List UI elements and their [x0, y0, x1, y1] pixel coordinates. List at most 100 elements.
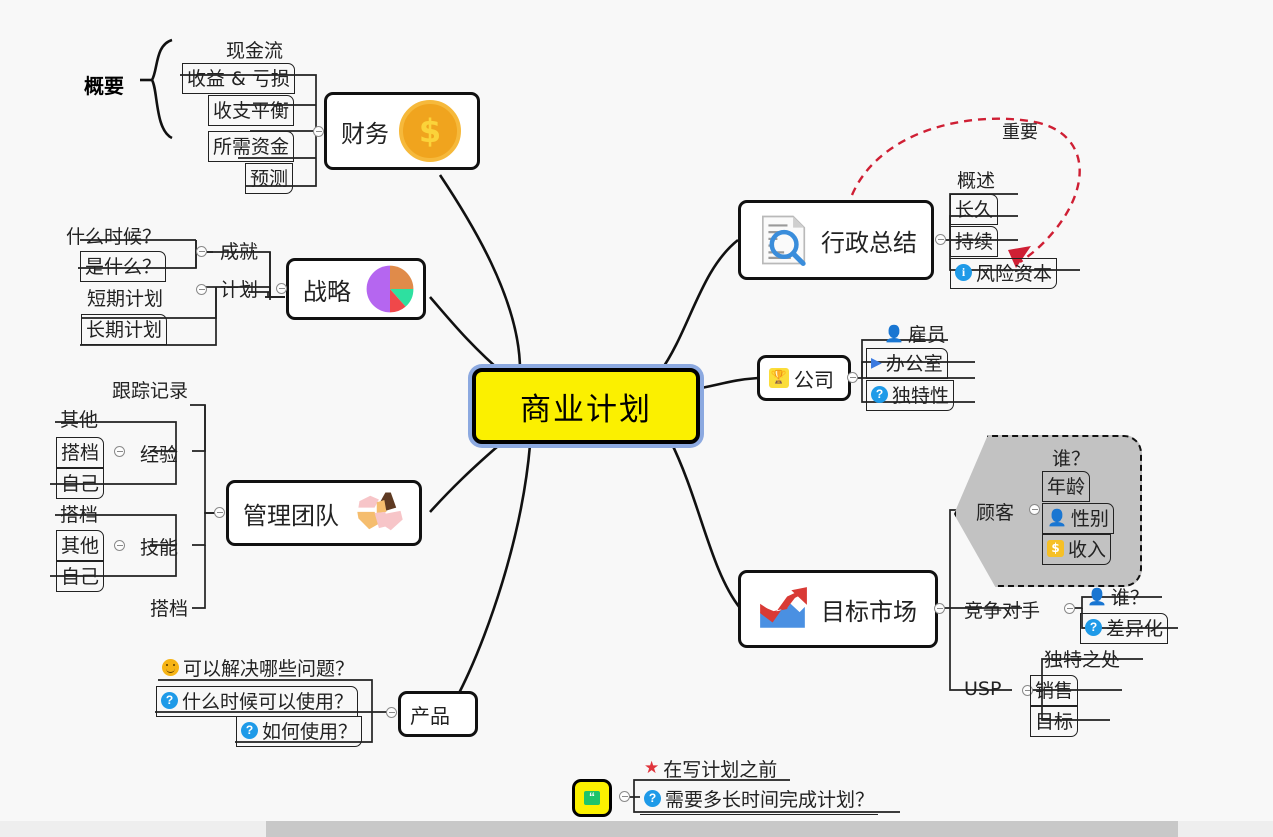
document-search-icon — [755, 211, 811, 269]
market-group-customer[interactable]: 顾客 — [972, 498, 1018, 527]
finance-child-2[interactable]: 收支平衡 — [208, 95, 295, 126]
management-item-1-2-label: 自己 — [61, 566, 100, 588]
finance-child-0[interactable]: 现金流 — [222, 36, 287, 65]
branch-target-market[interactable]: 目标市场 — [738, 570, 938, 648]
management-item-0-1[interactable]: 其他 — [56, 405, 102, 434]
exec-child-2-label: 持续 — [955, 231, 994, 253]
branch-product[interactable]: 产品 — [398, 691, 478, 737]
root-node[interactable]: 商业计划 — [472, 368, 700, 444]
finance-child-4[interactable]: 预测 — [245, 163, 294, 194]
product-child-1[interactable]: ? 什么时候可以使用？ — [156, 686, 359, 717]
market-group-competitor[interactable]: 竞争对手 — [960, 596, 1044, 625]
strategy-item-1-1[interactable]: 长期计划 — [81, 314, 168, 345]
note-child-0-label: 在写计划之前 — [663, 759, 778, 781]
management-group-1[interactable]: 技能 — [136, 533, 182, 562]
finance-child-3[interactable]: 所需资金 — [208, 131, 295, 162]
market-group-usp[interactable]: USP — [960, 678, 1005, 702]
root-label: 商业计划 — [520, 391, 652, 428]
exec-child-3[interactable]: i 风险资本 — [950, 258, 1058, 289]
strategy-item-0-1[interactable]: 是什么？ — [80, 251, 167, 282]
collapse-handle-finance[interactable] — [313, 126, 324, 137]
customer-item-1[interactable]: 年龄 — [1042, 471, 1091, 502]
note-node[interactable]: “ — [572, 779, 612, 817]
market-group-competitor-label: 竞争对手 — [964, 600, 1041, 622]
product-child-0[interactable]: 可以解决哪些问题？ — [158, 654, 358, 683]
collapse-handle-management-1[interactable] — [114, 540, 125, 551]
branch-management[interactable]: 管理团队 — [226, 480, 422, 546]
branch-product-label: 产品 — [410, 703, 450, 728]
collapse-handle-customer[interactable] — [1029, 504, 1040, 515]
note-child-1-label: 需要多长时间完成计划？ — [665, 789, 875, 811]
branch-executive-summary-label: 行政总结 — [821, 228, 917, 257]
customer-item-1-label: 年龄 — [1047, 476, 1086, 498]
collapse-handle-note[interactable] — [619, 791, 630, 802]
exec-child-0[interactable]: 概述 — [953, 166, 999, 195]
collapse-handle-exec[interactable] — [935, 234, 946, 245]
management-item-1-0[interactable]: 搭档 — [56, 500, 102, 529]
competitor-item-0-label: 谁？ — [1110, 587, 1149, 609]
customer-item-3[interactable]: $ 收入 — [1042, 534, 1112, 565]
collapse-handle-company[interactable] — [847, 372, 858, 383]
collapse-handle-product[interactable] — [386, 707, 397, 718]
company-child-2[interactable]: ? 独特性 — [866, 380, 955, 411]
note-child-0[interactable]: ★ 在写计划之前 — [640, 755, 781, 784]
market-group-usp-label: USP — [964, 678, 1002, 700]
branch-finance[interactable]: 财务 $ — [324, 92, 480, 170]
collapse-handle-strategy-0[interactable] — [196, 246, 207, 257]
strategy-group-0-label: 成就 — [220, 241, 259, 263]
customer-item-0-label: 谁？ — [1052, 448, 1091, 470]
usp-item-2[interactable]: 目标 — [1030, 706, 1079, 737]
strategy-group-0[interactable]: 成就 — [216, 237, 262, 266]
competitor-item-1[interactable]: ? 差异化 — [1080, 613, 1169, 644]
management-item-1-1[interactable]: 其他 — [56, 530, 105, 561]
exec-child-2[interactable]: 持续 — [950, 226, 999, 257]
management-item-0-3[interactable]: 自己 — [56, 468, 105, 499]
management-item-1-3[interactable]: 搭档 — [146, 594, 192, 623]
management-item-1-0-label: 搭档 — [60, 504, 99, 526]
collapse-handle-management-0[interactable] — [114, 446, 125, 457]
note-child-1[interactable]: ? 需要多长时间完成计划？ — [640, 785, 879, 815]
horizontal-scrollbar-thumb[interactable] — [266, 821, 1178, 837]
market-group-customer-label: 顾客 — [976, 502, 1015, 524]
company-child-0[interactable]: 👤 雇员 — [880, 320, 950, 349]
horizontal-scrollbar-track[interactable] — [0, 821, 1273, 837]
exec-child-1[interactable]: 长久 — [950, 194, 999, 225]
customer-item-2[interactable]: 👤 性别 — [1042, 503, 1114, 534]
exec-child-3-label: 风险资本 — [976, 263, 1053, 285]
branch-company[interactable]: 🏆 公司 — [757, 355, 851, 401]
strategy-group-1[interactable]: 计划 — [216, 275, 262, 304]
usp-item-1[interactable]: 销售 — [1030, 675, 1079, 706]
flag-icon: ▶ — [871, 354, 882, 371]
finance-child-4-label: 预测 — [250, 168, 289, 190]
management-item-1-2[interactable]: 自己 — [56, 561, 105, 592]
management-item-0-2[interactable]: 搭档 — [56, 437, 105, 468]
management-group-0-label: 经验 — [140, 444, 179, 466]
customer-item-0[interactable]: 谁？ — [1048, 444, 1094, 473]
branch-strategy[interactable]: 战略 — [286, 258, 426, 320]
management-group-0[interactable]: 经验 — [136, 440, 182, 469]
management-item-0-0[interactable]: 跟踪记录 — [108, 376, 192, 405]
usp-item-0[interactable]: 独特之处 — [1040, 645, 1124, 674]
finance-child-1[interactable]: 收益 & 亏损 — [182, 63, 295, 94]
dollar-square-icon: $ — [1047, 540, 1064, 557]
collapse-handle-competitor[interactable] — [1064, 603, 1075, 614]
collapse-handle-management[interactable] — [214, 507, 225, 518]
collapse-handle-strategy-1[interactable] — [196, 284, 207, 295]
collapse-handle-target-market[interactable] — [934, 603, 945, 614]
dollar-coin-icon: $ — [399, 100, 461, 162]
strategy-item-1-0[interactable]: 短期计划 — [83, 284, 167, 313]
mindmap-canvas[interactable]: 商业计划 财务 $ 现金流 收益 & 亏损 收支平衡 所需资金 预测 概要 战略 — [0, 0, 1273, 837]
product-child-2[interactable]: ? 如何使用？ — [236, 716, 363, 747]
strategy-item-0-0[interactable]: 什么时候？ — [62, 222, 165, 251]
info-icon: i — [955, 264, 972, 281]
exec-child-1-label: 长久 — [955, 199, 994, 221]
handshake-icon — [349, 486, 411, 540]
competitor-item-0[interactable]: 👤 谁？ — [1083, 583, 1153, 612]
collapse-handle-strategy[interactable] — [276, 283, 287, 294]
branch-executive-summary[interactable]: 行政总结 — [738, 200, 934, 280]
star-icon: ★ — [644, 758, 660, 778]
company-child-1[interactable]: ▶ 办公室 — [866, 348, 948, 379]
question-icon: ? — [644, 790, 661, 807]
usp-item-2-label: 目标 — [1035, 711, 1074, 733]
finance-child-0-label: 现金流 — [226, 40, 284, 62]
